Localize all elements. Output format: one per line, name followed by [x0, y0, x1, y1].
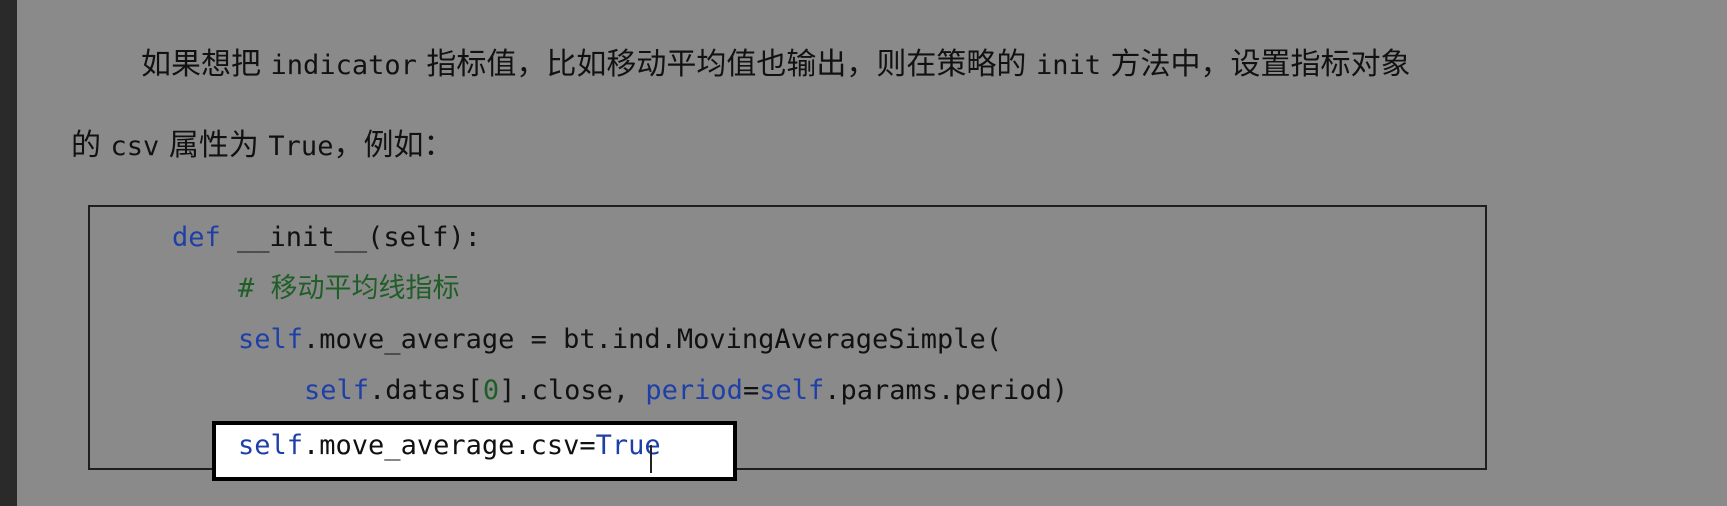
code-text: .move_average = bt.ind.MovingAverageSimp… [303, 324, 1003, 355]
keyword-self: self [304, 375, 370, 406]
code-text: .move_average.csv= [303, 430, 596, 461]
text-segment: 方法中，设置指标对象 [1110, 47, 1411, 82]
inline-code-init: init [1035, 50, 1101, 81]
text-cursor-icon [650, 445, 652, 473]
code-text: = [742, 375, 760, 406]
code-line-csv: self.move_average.csv=True [238, 429, 661, 463]
keyword-self: self [759, 375, 825, 406]
text-segment: ，例如： [333, 128, 454, 163]
text-segment: 如果想把 [141, 47, 261, 82]
code-text: .datas[ [369, 375, 483, 406]
keyword-self: self [238, 430, 304, 461]
code-text: ].close, [499, 375, 646, 406]
keyword-self: self [238, 324, 304, 355]
keyword-param: period [645, 375, 743, 406]
text-segment: 属性为 [168, 128, 259, 163]
code-line-comment: # 移动平均线指标 [238, 273, 460, 304]
text-segment: 的 [71, 128, 101, 163]
code-line-assignment: self.move_average = bt.ind.MovingAverage… [238, 323, 1002, 357]
keyword-def: def [172, 222, 221, 253]
inline-code-indicator: indicator [270, 50, 417, 81]
text-segment: 指标值，比如移动平均值也输出，则在策略的 [426, 47, 1027, 82]
code-line-def: def __init__(self): [172, 221, 481, 255]
inline-code-csv: csv [110, 131, 160, 162]
code-text: __init__(self): [220, 222, 481, 253]
window-edge [0, 0, 17, 506]
inline-code-true: True [268, 131, 334, 162]
code-line-arguments: self.datas[0].close, period=self.params.… [304, 374, 1068, 408]
paragraph-line-2: 的 csv 属性为 True，例如： [71, 127, 453, 166]
code-text: .params.period) [824, 375, 1069, 406]
paragraph-line-1: 如果想把 indicator 指标值，比如移动平均值也输出，则在策略的 init… [141, 46, 1411, 85]
number-literal: 0 [482, 375, 500, 406]
